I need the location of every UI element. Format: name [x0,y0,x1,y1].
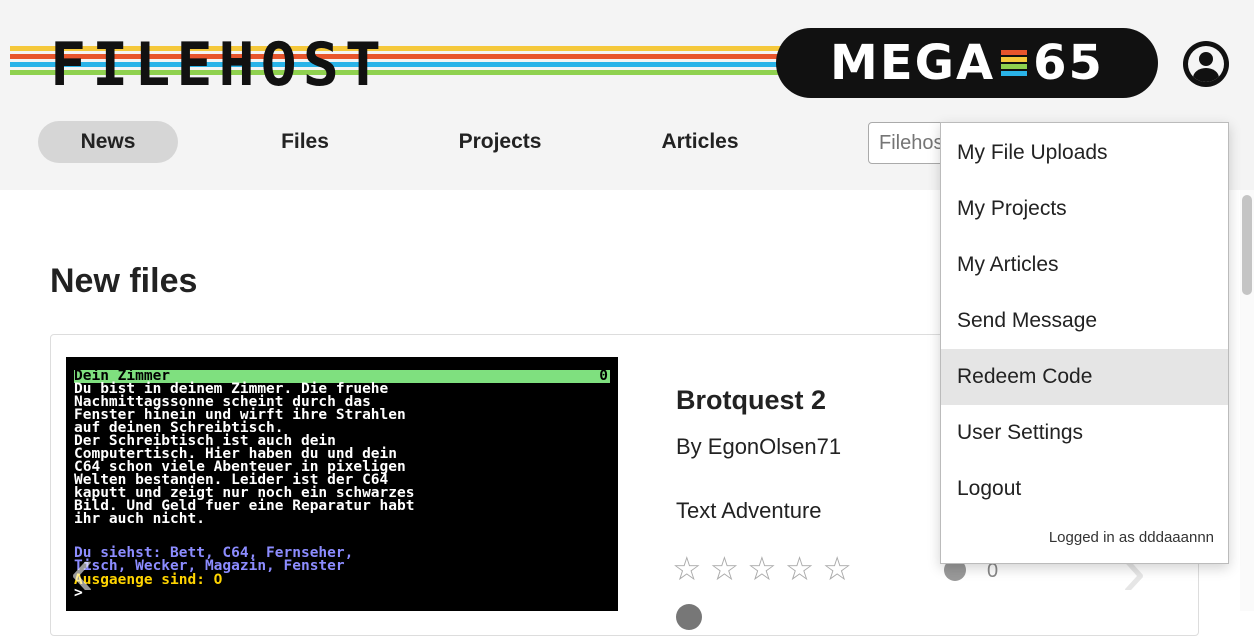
mega-flag [1001,49,1028,77]
scrollbar-thumb[interactable] [1242,195,1252,295]
chevron-left-icon[interactable]: ‹ [70,535,94,607]
logged-in-status: Logged in as dddaaannn [1048,529,1214,546]
user-circle-icon[interactable] [1183,41,1229,87]
user-menu-dropdown: My File Uploads My Projects My Articles … [940,122,1229,564]
file-author[interactable]: By EgonOlsen71 [676,434,841,460]
mega65-logo[interactable]: MEGA 65 [776,28,1158,98]
nav-articles[interactable]: Articles [640,121,760,163]
screen-objects: Du siehst: Bett, C64, Fernseher, Tisch, … [74,545,354,574]
info-icon[interactable] [676,604,702,630]
menu-item-my-projects[interactable]: My Projects [941,181,1228,237]
menu-item-logout[interactable]: Logout [941,461,1228,517]
star-rating[interactable]: ☆☆☆☆☆ [672,549,860,588]
screen-score: 0 [599,368,608,384]
screen-description: Du bist in deinem Zimmer. Die fruehe Nac… [74,381,415,527]
file-genre: Text Adventure [676,498,822,523]
filehost-logo[interactable]: FILEHOST [50,30,387,100]
menu-item-user-settings[interactable]: User Settings [941,405,1228,461]
section-title: New files [50,262,198,300]
nav-projects[interactable]: Projects [440,121,560,163]
mega-number: 65 [1033,35,1104,91]
nav-news[interactable]: News [38,121,178,163]
menu-item-send-message[interactable]: Send Message [941,293,1228,349]
screen-exits: Ausgaenge sind: O [74,572,223,588]
menu-item-my-file-uploads[interactable]: My File Uploads [941,125,1228,181]
file-title[interactable]: Brotquest 2 [676,385,826,416]
menu-item-redeem-code[interactable]: Redeem Code [941,349,1228,405]
nav-files[interactable]: Files [250,121,360,163]
mega-text: MEGA [830,35,996,91]
menu-item-my-articles[interactable]: My Articles [941,237,1228,293]
file-screenshot[interactable]: Dein Zimmer 0 Du bist in deinem Zimmer. … [66,357,618,611]
